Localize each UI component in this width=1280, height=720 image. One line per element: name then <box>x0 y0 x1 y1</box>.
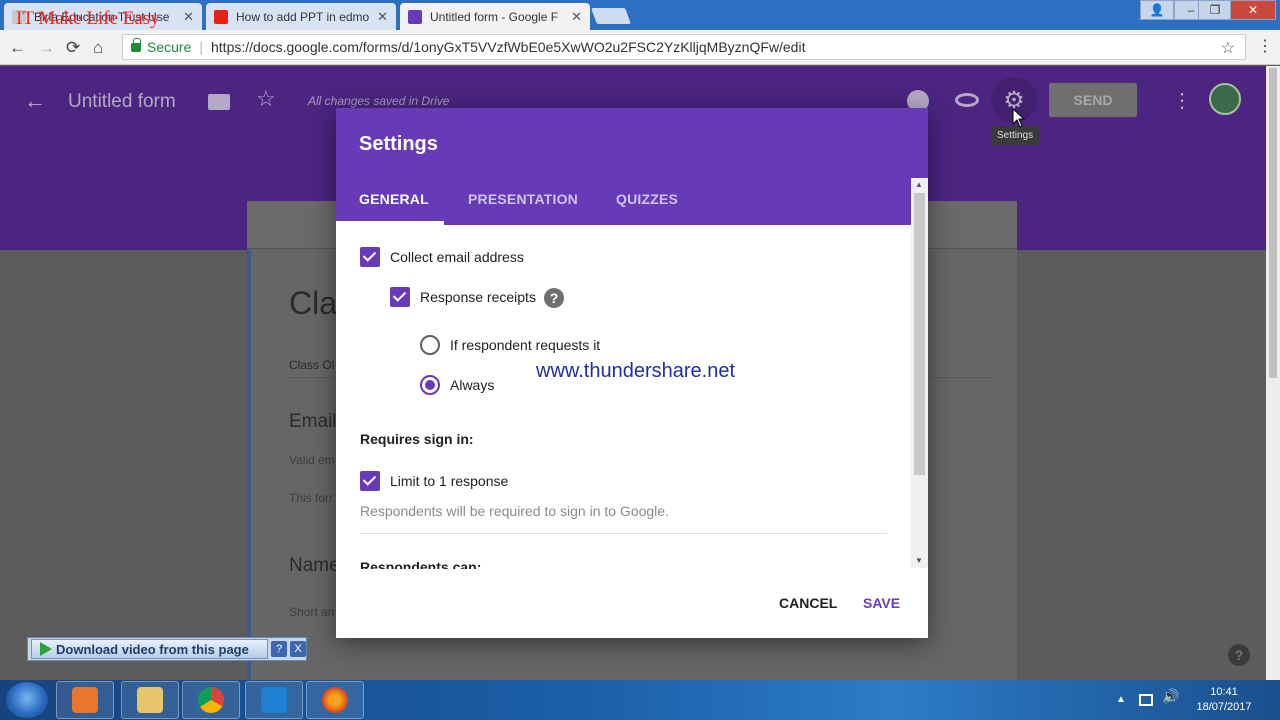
dialog-scrollbar[interactable]: ▲ ▼ <box>911 178 928 568</box>
new-tab-button[interactable] <box>591 8 631 24</box>
response-receipts-label: Response receipts <box>420 289 536 305</box>
taskbar-wifi[interactable] <box>245 681 303 719</box>
url-field[interactable]: Secure | https://docs.google.com/forms/d… <box>122 34 1246 60</box>
question-title: Email <box>289 411 337 432</box>
scroll-down-icon[interactable]: ▼ <box>915 556 923 565</box>
respondents-can-heading: Respondents can: <box>360 559 482 569</box>
profile-icon[interactable]: 👤 <box>1140 0 1174 20</box>
folder-icon[interactable] <box>208 94 230 110</box>
scroll-thumb[interactable] <box>914 193 925 475</box>
lock-icon <box>131 37 141 52</box>
avatar[interactable] <box>1209 83 1241 115</box>
tab-quizzes[interactable]: QUIZZES <box>616 191 678 207</box>
download-label: Download video from this page <box>56 641 249 657</box>
settings-general-panel: Collect email address Response receipts … <box>336 225 911 569</box>
tab-title: How to add PPT in edmo <box>236 9 370 24</box>
collect-email-label: Collect email address <box>390 249 524 265</box>
question-title: Name <box>289 555 340 576</box>
send-button[interactable]: SEND <box>1049 83 1137 117</box>
window-close-button[interactable]: ✕ <box>1230 0 1276 20</box>
form-heading: Cla <box>289 285 338 321</box>
windows-taskbar: ▲ 🔊 10:41 18/07/2017 <box>0 680 1280 720</box>
download-help-icon[interactable]: ? <box>271 641 288 657</box>
limit-one-response-checkbox[interactable] <box>360 471 380 491</box>
firefox-icon <box>322 687 348 713</box>
taskbar-chrome[interactable] <box>182 681 240 719</box>
scroll-up-icon[interactable]: ▲ <box>915 180 923 189</box>
google-forms-icon <box>408 9 422 24</box>
taskbar-firefox[interactable] <box>306 681 364 719</box>
volume-icon[interactable]: 🔊 <box>1162 688 1179 705</box>
clock-time: 10:41 <box>1210 686 1238 698</box>
form-title[interactable]: Untitled form <box>68 91 176 113</box>
cancel-button[interactable]: CANCEL <box>779 595 837 611</box>
tab-close-icon[interactable]: ✕ <box>183 9 194 25</box>
download-close-icon[interactable]: X <box>290 641 306 657</box>
taskbar-media-player[interactable] <box>56 681 114 719</box>
mouse-cursor-icon <box>1012 108 1026 128</box>
settings-tooltip: Settings <box>991 126 1040 145</box>
overlay-brand-text: IT Make Life Easy <box>16 8 160 29</box>
star-icon[interactable]: ☆ <box>256 86 276 112</box>
forms-back-icon[interactable]: ← <box>24 88 46 114</box>
restore-button[interactable]: ❐ <box>1198 0 1232 20</box>
page-scrollbar[interactable] <box>1266 66 1280 680</box>
dialog-title: Settings <box>359 133 438 155</box>
requires-signin-heading: Requires sign in: <box>360 431 474 447</box>
forward-arrow-icon[interactable]: → <box>38 38 55 58</box>
reload-icon[interactable]: ⟳ <box>66 38 80 58</box>
secure-label: Secure <box>147 39 192 55</box>
preview-eye-icon[interactable] <box>955 93 979 107</box>
limit-hint: Respondents will be required to sign in … <box>360 503 669 519</box>
help-icon[interactable]: ? <box>544 288 564 308</box>
address-bar: ← → ⟳ ⌂ Secure | https://docs.google.com… <box>0 30 1280 65</box>
watermark-text: www.thundershare.net <box>536 360 736 382</box>
back-arrow-icon[interactable]: ← <box>9 38 26 58</box>
question-hint: Short an <box>289 605 335 619</box>
taskbar-explorer[interactable] <box>121 681 179 719</box>
media-player-icon <box>72 687 98 713</box>
download-video-bar: Download video from this page ? X <box>27 637 307 661</box>
tab-general[interactable]: GENERAL <box>359 191 429 207</box>
browser-tab-youtube[interactable]: How to add PPT in edmo ✕ <box>206 3 396 30</box>
url-text: https://docs.google.com/forms/d/1onyGxT5… <box>211 39 806 55</box>
browser-menu-icon[interactable]: ⋮ <box>1257 36 1273 56</box>
browser-tab-forms[interactable]: Untitled form - Google F ✕ <box>400 3 590 30</box>
home-icon[interactable]: ⌂ <box>93 38 103 58</box>
wifi-icon <box>261 687 287 713</box>
tab-presentation[interactable]: PRESENTATION <box>468 191 578 207</box>
settings-dialog-header: Settings GENERAL PRESENTATION QUIZZES <box>336 108 928 225</box>
question-hint: Valid em <box>289 453 335 467</box>
browser-tab-strip: Birla Education Trust Use ✕ How to add P… <box>0 0 1280 30</box>
more-vert-icon[interactable]: ⋮ <box>1172 88 1192 113</box>
folder-icon <box>137 687 163 713</box>
tab-close-icon[interactable]: ✕ <box>377 9 388 25</box>
response-receipts-checkbox[interactable] <box>390 287 410 307</box>
question-note: This forr <box>289 491 334 505</box>
radio-always[interactable] <box>420 375 440 395</box>
collect-email-checkbox[interactable] <box>360 247 380 267</box>
save-status: All changes saved in Drive <box>308 94 450 108</box>
clock-date: 18/07/2017 <box>1196 701 1252 713</box>
limit-one-response-label: Limit to 1 response <box>390 473 509 489</box>
radio-label: If respondent requests it <box>450 337 601 353</box>
system-clock[interactable]: 10:41 18/07/2017 <box>1180 685 1268 715</box>
radio-label: Always <box>450 377 495 393</box>
download-video-button[interactable]: Download video from this page <box>31 639 269 659</box>
save-button[interactable]: SAVE <box>863 595 900 611</box>
bookmark-star-icon[interactable]: ☆ <box>1221 38 1235 58</box>
divider <box>360 533 887 534</box>
start-button[interactable] <box>6 682 48 718</box>
show-hidden-icons[interactable]: ▲ <box>1116 694 1126 705</box>
radio-if-requested[interactable] <box>420 335 440 355</box>
active-section-bar <box>247 249 251 680</box>
chrome-icon <box>198 687 224 713</box>
youtube-icon <box>214 9 228 24</box>
help-icon[interactable]: ? <box>1228 644 1250 666</box>
network-icon[interactable] <box>1139 694 1153 706</box>
tab-title: Untitled form - Google F <box>430 9 559 24</box>
play-icon <box>40 642 52 656</box>
tab-close-icon[interactable]: ✕ <box>571 9 582 25</box>
form-description: Class Ol <box>289 358 335 372</box>
